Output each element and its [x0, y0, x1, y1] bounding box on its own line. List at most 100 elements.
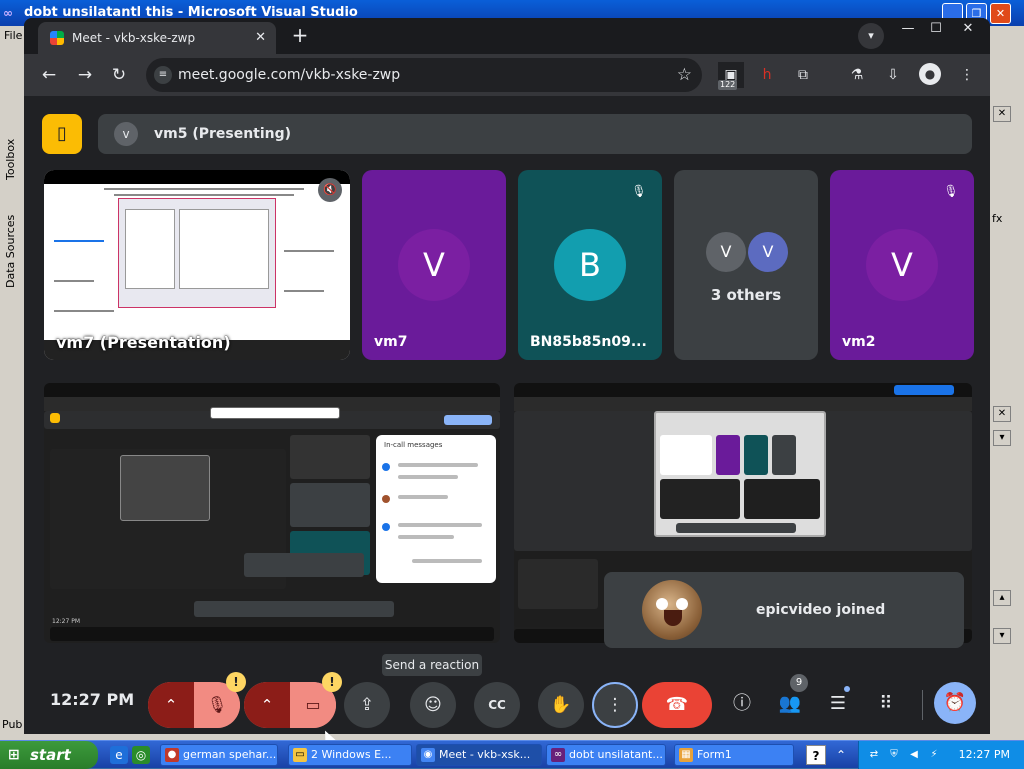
new-tab-button[interactable]: + — [288, 23, 312, 47]
presenter-avatar: v — [114, 122, 138, 146]
data-sources-tab[interactable]: Data Sources — [3, 188, 19, 288]
chevron-down-icon[interactable]: ▾ — [993, 430, 1011, 446]
taskbar: ⊞ start e ◎ ● german spehar... ▭ 2 Windo… — [0, 740, 1024, 769]
shield-icon[interactable]: ⛨ — [887, 748, 901, 762]
volume-icon[interactable]: ◀ — [907, 748, 921, 762]
captions-button[interactable]: CC — [474, 682, 520, 728]
bookmark-star-icon[interactable]: ☆ — [677, 58, 692, 92]
address-bar[interactable]: ≡ meet.google.com/vkb-xske-zwp ☆ — [146, 58, 702, 92]
profile-avatar[interactable]: ● — [919, 63, 941, 85]
connection-icon[interactable]: ⚡ — [927, 748, 941, 762]
participant-tile[interactable]: V vm7 — [362, 170, 506, 360]
text-line — [284, 290, 324, 292]
chat-line — [398, 463, 478, 467]
chat-avatar — [382, 463, 390, 471]
vs-icon: ∞ — [551, 748, 565, 762]
more-options-button[interactable]: ⋮ — [592, 682, 638, 728]
back-button[interactable]: ← — [36, 62, 62, 88]
participant-tile[interactable]: 🎙 V vm2 — [830, 170, 974, 360]
extension-h-icon[interactable]: h — [754, 62, 780, 88]
extension-icon[interactable]: ▣ 122 — [718, 62, 744, 90]
shared-screen[interactable]: In-call messages 12:27 PM — [44, 383, 500, 643]
mini-tile — [660, 435, 712, 475]
mini-doc-icon — [50, 413, 60, 423]
help-icon[interactable]: ? — [806, 745, 826, 765]
participant-tile[interactable]: 🎙 B BN85b85n09... — [518, 170, 662, 360]
kebab-menu-icon[interactable]: ⋮ — [954, 62, 980, 88]
activities-grid-icon[interactable]: ⠿ — [868, 686, 904, 722]
taskbar-item[interactable]: ∞ dobt unsilatant... — [546, 744, 666, 766]
labs-flask-icon[interactable]: ⚗ — [844, 62, 870, 88]
mini-stop-button — [894, 385, 954, 395]
chrome-icon: ◉ — [421, 748, 435, 762]
maximize-button[interactable]: ☐ — [922, 20, 950, 38]
form-icon: ▦ — [679, 748, 693, 762]
mic-warning-icon: ! — [226, 672, 246, 692]
close-icon[interactable]: ✕ — [993, 106, 1011, 122]
text-line — [54, 240, 104, 242]
taskbar-item[interactable]: ● german spehar... — [160, 744, 278, 766]
text-line — [54, 310, 114, 312]
download-icon[interactable]: ⇩ — [880, 62, 906, 88]
mini-tile — [716, 435, 740, 475]
ie-icon[interactable]: e — [110, 746, 128, 764]
presenting-label: vm5 (Presenting) — [154, 126, 292, 142]
chrome-window: Meet - vkb-xske-zwp ✕ + ▾ — ☐ ✕ ← → ↻ ≡ … — [24, 18, 990, 734]
camera-options-chevron-icon[interactable]: ⌃ — [244, 682, 290, 728]
present-screen-button[interactable]: ⇪ — [344, 682, 390, 728]
camera-warning-icon: ! — [322, 672, 342, 692]
vs-menu-file[interactable]: File — [0, 26, 24, 46]
others-tile[interactable]: V V 3 others — [674, 170, 818, 360]
minimize-button[interactable]: — — [894, 20, 922, 38]
camera-control: ⌃ ▭ ! — [244, 672, 342, 728]
alarm-clock-icon[interactable]: ⏰ — [934, 682, 976, 724]
taskbar-item[interactable]: ▭ 2 Windows E... — [288, 744, 412, 766]
taskbar-item[interactable]: ◉ Meet - vkb-xsk... — [416, 744, 542, 766]
site-info-icon[interactable]: ≡ — [154, 66, 172, 84]
network-icon[interactable]: ⇄ — [867, 748, 881, 762]
vs-close-button[interactable]: ✕ — [990, 3, 1011, 24]
leave-call-button[interactable]: ☎ — [642, 682, 712, 728]
chat-icon[interactable]: ☰ — [820, 686, 856, 722]
tray-clock: 12:27 PM — [958, 748, 1010, 761]
tab-meet[interactable]: Meet - vkb-xske-zwp ✕ — [38, 22, 276, 54]
chat-avatar — [382, 495, 390, 503]
meeting-info-icon[interactable]: ⓘ — [724, 686, 760, 722]
mini-controls — [676, 523, 796, 533]
scroll-up-icon[interactable]: ▴ — [993, 590, 1011, 606]
chat-line — [398, 495, 448, 499]
mini-tile — [660, 479, 740, 519]
tile-name: vm7 (Presentation) — [56, 333, 231, 352]
mini-stop-button — [444, 415, 492, 425]
meeting-details-icon[interactable]: ▯ — [42, 114, 82, 154]
extensions-puzzle-icon[interactable]: ⧉ — [790, 62, 816, 88]
close-icon[interactable]: ✕ — [993, 406, 1011, 422]
chevron-up-icon[interactable]: ⌃ — [836, 745, 846, 765]
toolbox-tab[interactable]: Toolbox — [3, 110, 19, 180]
reload-button[interactable]: ↻ — [106, 62, 132, 88]
vs-right-panel: ✕ fx ✕ ▾ ▴ ▾ — [990, 100, 1024, 700]
avatar-eye — [676, 598, 688, 610]
url-text[interactable]: meet.google.com/vkb-xske-zwp — [178, 58, 400, 92]
taskbar-item[interactable]: ▦ Form1 — [674, 744, 794, 766]
joined-text: epicvideo joined — [756, 602, 886, 618]
mini-tile — [772, 435, 796, 475]
mic-off-icon: 🎙 — [631, 184, 647, 198]
window-close-button[interactable]: ✕ — [954, 20, 982, 38]
browser-toolbar: ← → ↻ ≡ meet.google.com/vkb-xske-zwp ☆ ▣… — [24, 54, 990, 96]
meet-favicon-icon — [50, 31, 64, 45]
scroll-down-icon[interactable]: ▾ — [993, 628, 1011, 644]
forward-button[interactable]: → — [72, 62, 98, 88]
quicklaunch-icon[interactable]: ◎ — [132, 746, 150, 764]
start-button[interactable]: ⊞ start — [0, 741, 98, 769]
tab-search-button[interactable]: ▾ — [858, 23, 884, 49]
mini-nested-screen — [654, 411, 826, 537]
mic-options-chevron-icon[interactable]: ⌃ — [148, 682, 194, 728]
tab-close-icon[interactable]: ✕ — [255, 22, 266, 54]
raise-hand-button[interactable]: ✋ — [538, 682, 584, 728]
send-reaction-button[interactable]: ☺ — [410, 682, 456, 728]
presentation-tile[interactable]: 🔇 vm7 (Presentation) — [44, 170, 350, 360]
people-icon[interactable]: 👥 — [772, 686, 808, 722]
others-label: 3 others — [710, 286, 782, 304]
participant-avatar: V — [398, 229, 470, 301]
